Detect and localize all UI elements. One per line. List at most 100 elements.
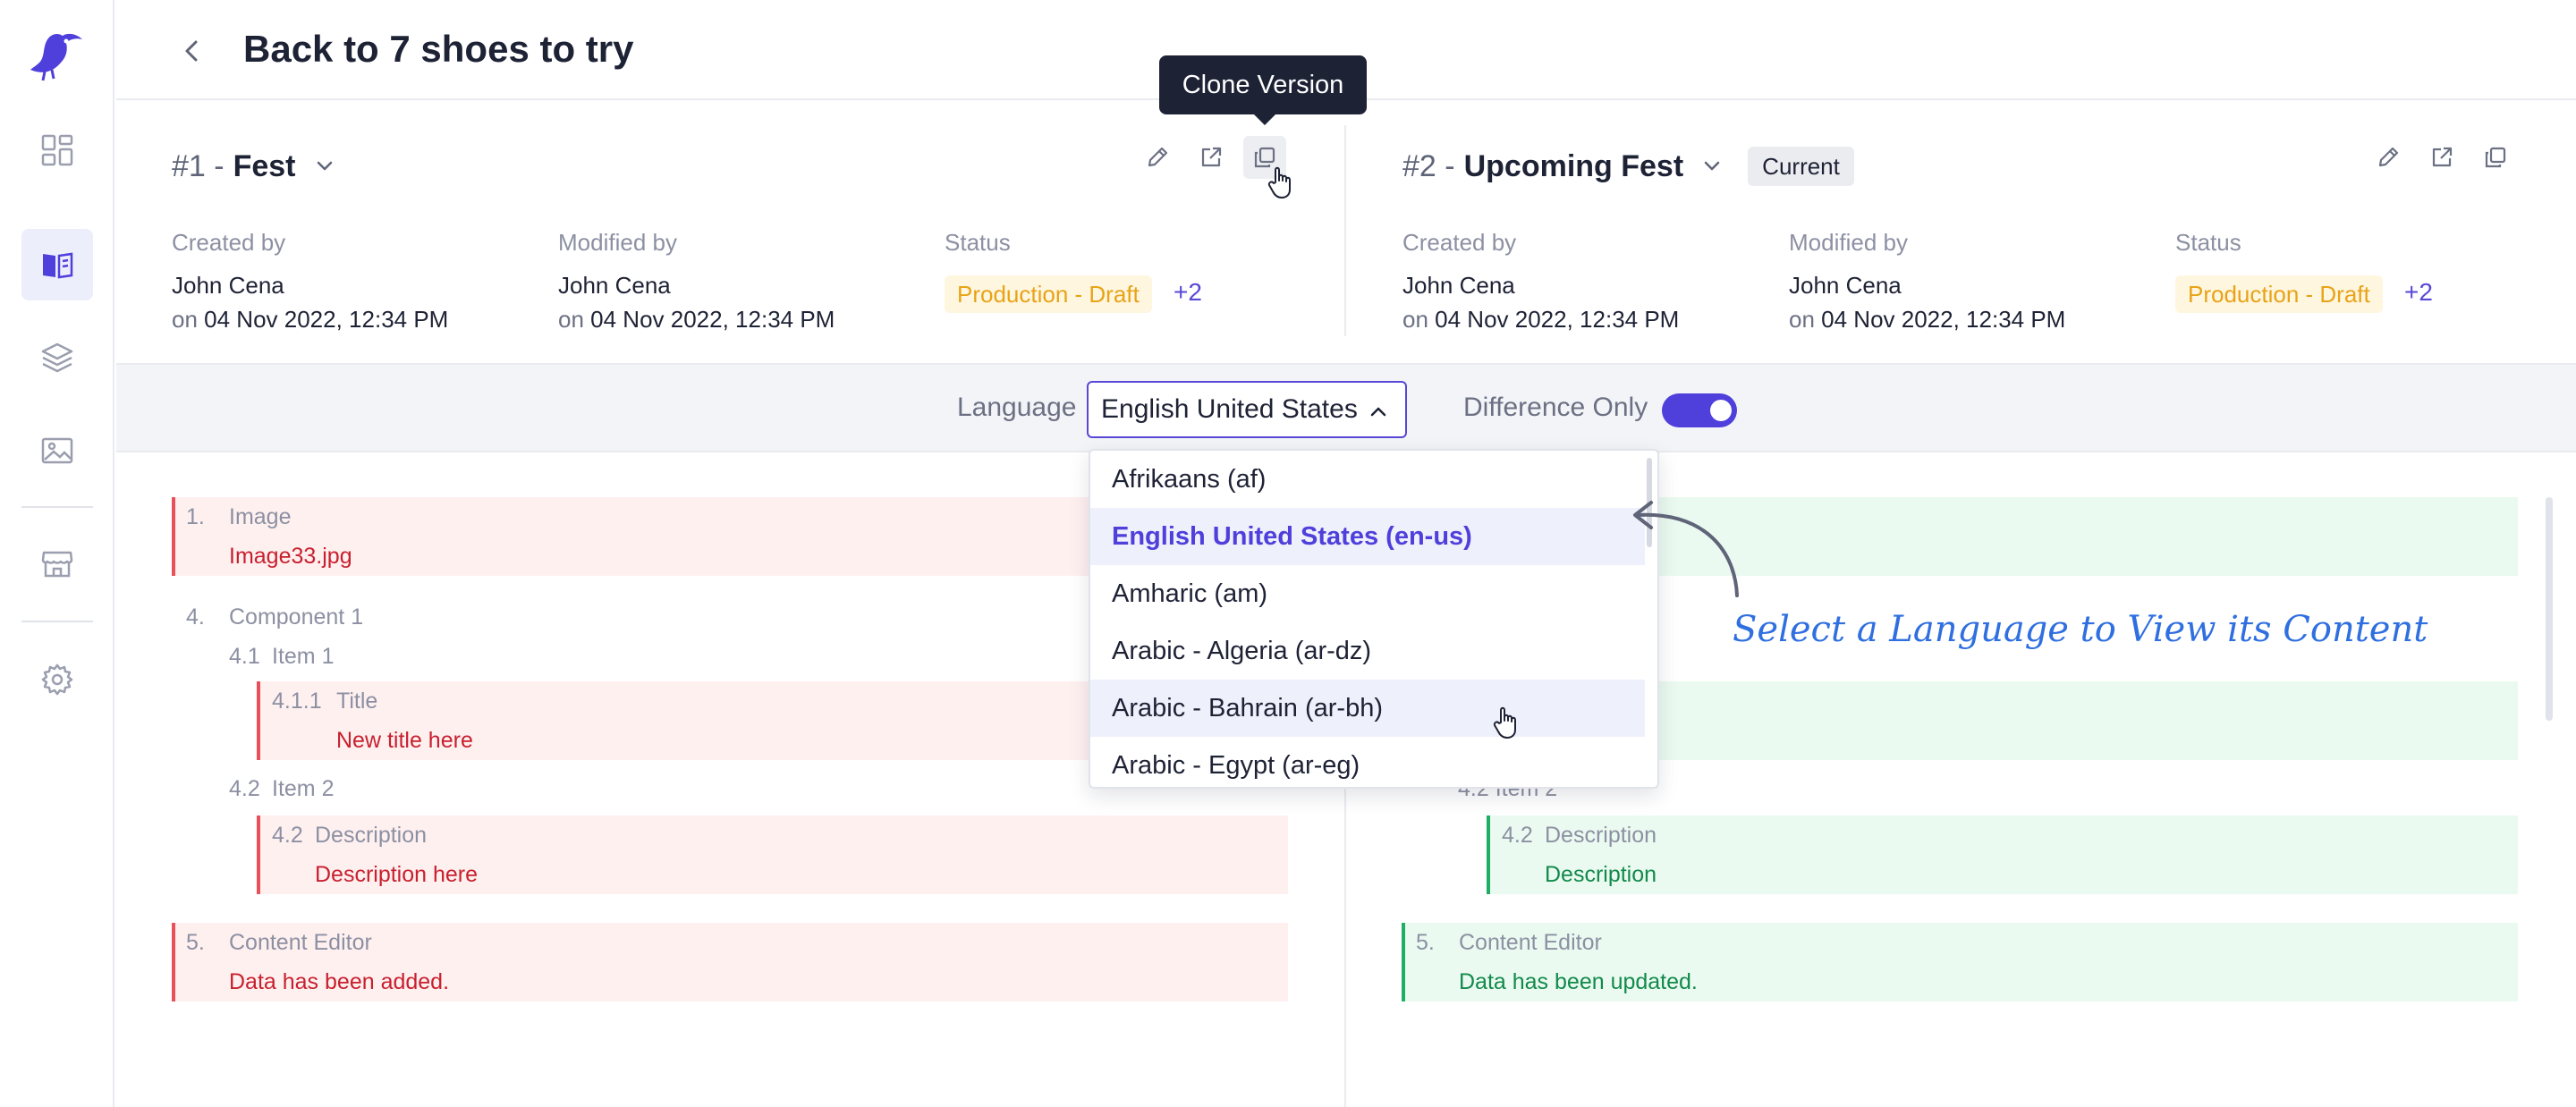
language-option[interactable]: Amharic (am): [1090, 565, 1645, 622]
created-date: 04 Nov 2022, 12:34 PM: [204, 306, 449, 333]
row-value: New title here: [336, 728, 473, 753]
created-by-name: John Cena: [172, 272, 284, 299]
status-badge: Production - Draft: [945, 275, 1152, 313]
sidebar-item-dashboard[interactable]: [21, 114, 93, 186]
row-value: Data has been updated.: [1459, 969, 1698, 994]
row-value: Image33.jpg: [229, 544, 352, 569]
edit-button[interactable]: [2367, 136, 2410, 179]
annotation-text: Select a Language to View its Content: [1733, 609, 2428, 650]
version-panel-1: #1 - Fest Created by John Cena on 04 Nov…: [116, 100, 1345, 363]
row-label: Content Editor: [1459, 930, 1602, 955]
created-by-label: Created by: [1402, 229, 1517, 256]
row-label: Item 2: [272, 776, 335, 801]
external-link-icon: [2432, 147, 2453, 167]
created-date: 04 Nov 2022, 12:34 PM: [1435, 306, 1680, 333]
modified-date: 04 Nov 2022, 12:34 PM: [590, 306, 835, 333]
panel-divider: [1344, 125, 1346, 336]
row-label: Title: [336, 689, 378, 714]
row-number: 4.2: [1502, 823, 1533, 848]
modified-on: on 04 Nov 2022, 12:34 PM: [1789, 304, 2065, 334]
row-label: Image: [229, 504, 292, 529]
store-icon: [41, 551, 73, 578]
sidebar-item-settings[interactable]: [21, 644, 93, 715]
row-value: Data has been added.: [229, 969, 450, 994]
on-prefix: on: [1789, 306, 1815, 333]
version-name: Upcoming Fest: [1463, 149, 1684, 183]
language-option[interactable]: Arabic - Egypt (ar-eg): [1090, 737, 1645, 787]
content-scrollbar[interactable]: [2546, 497, 2553, 721]
row-label: Content Editor: [229, 930, 372, 955]
created-on: on 04 Nov 2022, 12:34 PM: [1402, 304, 1679, 334]
language-option-hovered[interactable]: Arabic - Bahrain (ar-bh): [1090, 680, 1645, 737]
image-icon: [41, 437, 73, 464]
version-actions: [2367, 136, 2517, 179]
version-selector[interactable]: #1 - Fest: [172, 138, 337, 195]
difference-only-label: Difference Only: [1463, 393, 1648, 422]
modified-by-name: John Cena: [558, 272, 671, 299]
clone-version-button[interactable]: [2474, 136, 2517, 179]
row-number: 5.: [1416, 930, 1435, 955]
row-number: 4.2: [229, 776, 260, 801]
pencil-icon: [2378, 147, 2399, 167]
clone-version-tooltip: Clone Version: [1159, 55, 1367, 125]
row-value: Description here: [315, 862, 479, 887]
language-label: Language: [957, 393, 1077, 422]
version-name: Fest: [233, 149, 296, 183]
hand-cursor-icon: [1493, 706, 1516, 739]
version-panel-2: #2 - Upcoming Fest Current Created by Jo…: [1347, 100, 2576, 363]
difference-only-toggle[interactable]: [1662, 393, 1737, 427]
pencil-icon: [1148, 147, 1168, 167]
bird-logo-icon[interactable]: [27, 30, 86, 82]
status-label: Status: [945, 229, 1011, 256]
page-title: Back to 7 shoes to try: [243, 28, 634, 70]
row-number: 4.: [186, 604, 205, 630]
language-dropdown: Afrikaans (af) English United States (en…: [1089, 449, 1659, 789]
created-on: on 04 Nov 2022, 12:34 PM: [172, 304, 448, 334]
chevron-up-icon: [1370, 407, 1386, 417]
book-icon: [43, 252, 73, 279]
sidebar-item-content[interactable]: [21, 229, 93, 300]
on-prefix: on: [1402, 306, 1428, 333]
language-select[interactable]: English United States: [1087, 381, 1407, 438]
row-number: 1.: [186, 504, 205, 529]
row-label: Description: [1545, 823, 1657, 848]
copy-icon: [2485, 147, 2506, 168]
language-option[interactable]: Afrikaans (af): [1090, 451, 1645, 508]
chevron-left-icon: [185, 40, 198, 62]
row-label: Component 1: [229, 604, 364, 630]
chevron-down-icon: [1704, 161, 1720, 171]
hand-cursor-icon: [1267, 166, 1291, 199]
sidebar: [0, 0, 114, 1107]
modified-on: on 04 Nov 2022, 12:34 PM: [558, 304, 835, 334]
language-option[interactable]: Arabic - Algeria (ar-dz): [1090, 622, 1645, 680]
external-link-icon: [1201, 147, 1222, 167]
chevron-down-icon: [317, 161, 332, 171]
version-number: #2 -: [1402, 149, 1455, 183]
status-more-count[interactable]: +2: [1174, 277, 1202, 308]
modified-by-label: Modified by: [558, 229, 677, 256]
open-external-button[interactable]: [1190, 136, 1233, 179]
edit-button[interactable]: [1136, 136, 1179, 179]
sidebar-item-layers[interactable]: [21, 322, 93, 393]
on-prefix: on: [558, 306, 584, 333]
language-option-selected[interactable]: English United States (en-us): [1090, 508, 1645, 565]
version-selector[interactable]: #2 - Upcoming Fest Current: [1402, 138, 1854, 195]
version-number: #1 -: [172, 149, 225, 183]
layers-icon: [41, 342, 73, 373]
sidebar-item-media[interactable]: [21, 415, 93, 486]
row-number: 4.1: [229, 644, 260, 669]
status-more-count[interactable]: +2: [2404, 277, 2433, 308]
sidebar-item-store[interactable]: [21, 528, 93, 599]
row-label: Item 1: [272, 644, 335, 669]
modified-date: 04 Nov 2022, 12:34 PM: [1821, 306, 2066, 333]
modified-by-label: Modified by: [1789, 229, 1908, 256]
row-number: 5.: [186, 930, 205, 955]
back-button[interactable]: [170, 29, 215, 73]
sidebar-divider: [21, 506, 93, 508]
row-number: 4.1.1: [272, 689, 322, 714]
gear-icon: [41, 663, 73, 696]
compare-toolbar: Language English United States Differenc…: [116, 363, 2576, 452]
on-prefix: on: [172, 306, 198, 333]
open-external-button[interactable]: [2420, 136, 2463, 179]
row-label: Description: [315, 823, 428, 848]
